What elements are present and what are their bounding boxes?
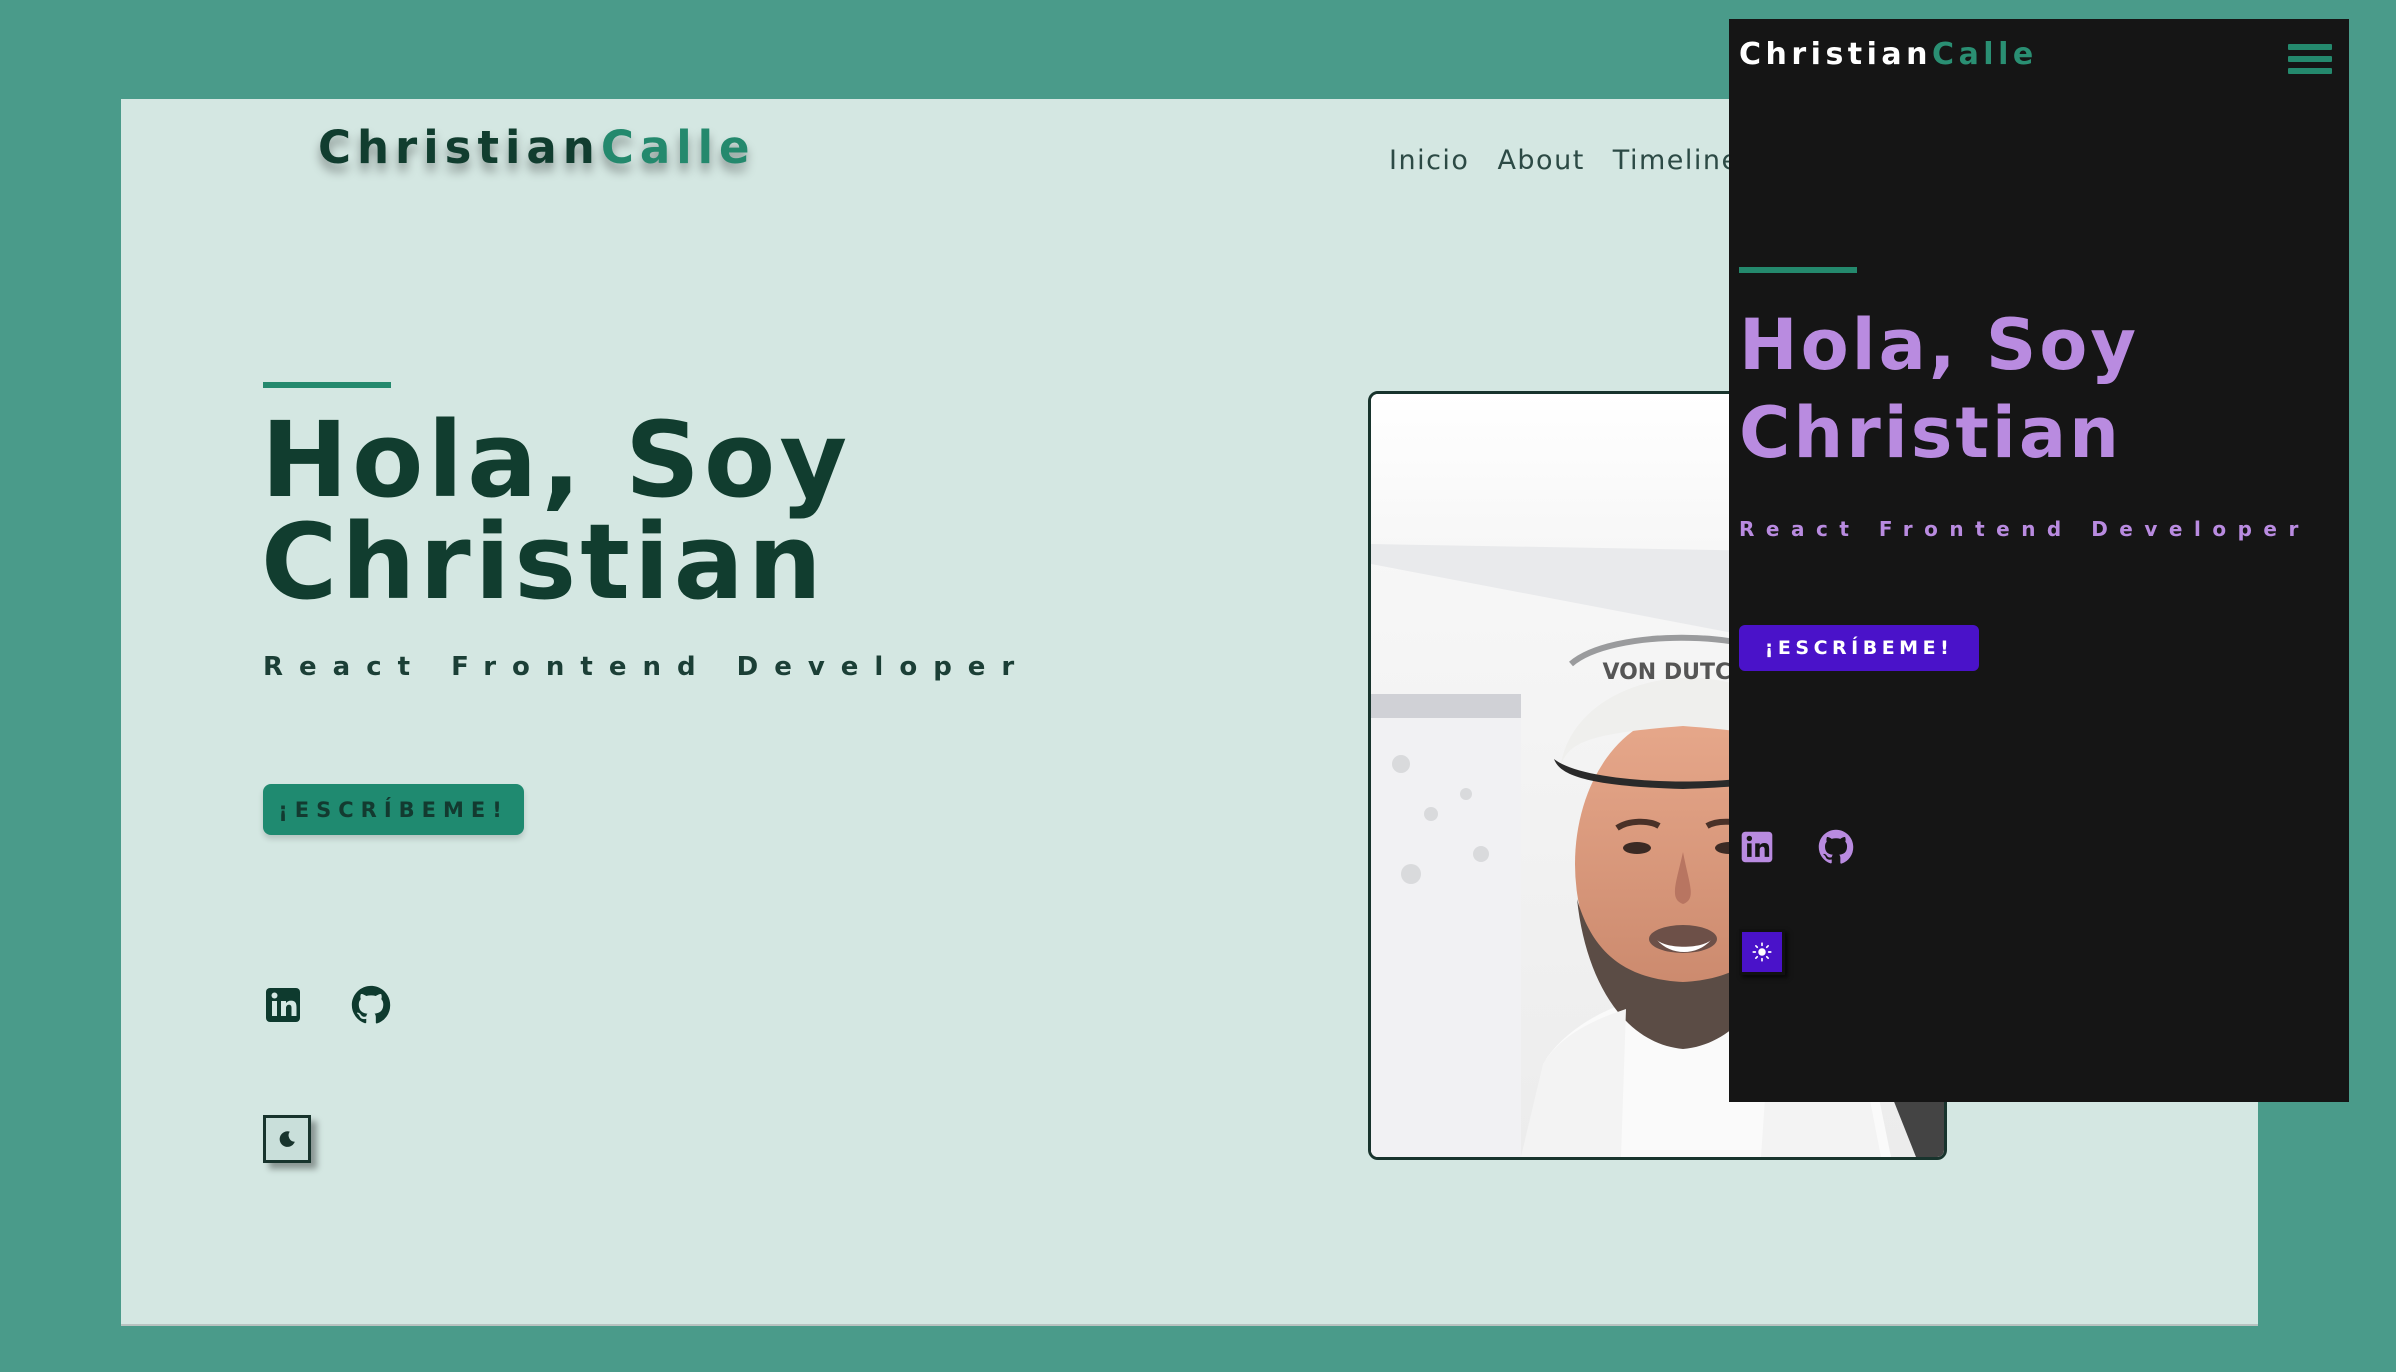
site-logo[interactable]: ChristianCalle bbox=[1739, 37, 2038, 72]
logo-last-name: Calle bbox=[600, 121, 756, 174]
main-nav: Inicio About Timeline bbox=[1389, 145, 1740, 176]
hero-title: Hola, Soy Christian bbox=[261, 399, 852, 623]
linkedin-link[interactable] bbox=[263, 985, 303, 1025]
hero-accent-bar bbox=[1739, 267, 1857, 273]
hamburger-menu-icon[interactable] bbox=[2288, 40, 2332, 78]
nav-link-inicio[interactable]: Inicio bbox=[1389, 145, 1469, 176]
logo-first-name: Christian bbox=[1739, 37, 1933, 72]
theme-toggle-button[interactable] bbox=[1739, 929, 1785, 975]
github-link[interactable] bbox=[351, 985, 391, 1025]
github-link[interactable] bbox=[1818, 829, 1854, 865]
svg-text:VON DUTCH: VON DUTCH bbox=[1602, 660, 1749, 685]
hero-title: Hola, Soy Christian bbox=[1739, 304, 2140, 474]
logo-last-name: Calle bbox=[1932, 37, 2038, 72]
theme-toggle-button[interactable] bbox=[263, 1115, 311, 1163]
github-icon bbox=[1818, 829, 1854, 864]
hero-accent-bar bbox=[263, 382, 391, 388]
logo-first-name: Christian bbox=[318, 121, 601, 174]
moon-icon bbox=[279, 1131, 295, 1147]
nav-link-timeline[interactable]: Timeline bbox=[1613, 145, 1740, 176]
linkedin-icon bbox=[266, 988, 300, 1022]
dark-mobile-page: ChristianCalle Hola, Soy Christian React… bbox=[1729, 19, 2349, 1102]
hero-subtitle: React Frontend Developer bbox=[1739, 517, 2310, 541]
nav-link-about[interactable]: About bbox=[1497, 145, 1584, 176]
hero-subtitle: React Frontend Developer bbox=[263, 652, 1031, 682]
contact-button[interactable]: ¡ESCRÍBEME! bbox=[263, 784, 524, 835]
site-logo[interactable]: ChristianCalle bbox=[318, 121, 756, 174]
sun-icon bbox=[1752, 942, 1772, 962]
showcase-canvas: ChristianCalle Inicio About Timeline Hol… bbox=[0, 0, 2396, 1372]
linkedin-link[interactable] bbox=[1739, 829, 1775, 865]
page-bottom-divider bbox=[121, 1324, 2258, 1326]
github-icon bbox=[351, 985, 391, 1024]
linkedin-icon bbox=[1741, 831, 1773, 863]
contact-button[interactable]: ¡ESCRÍBEME! bbox=[1739, 625, 1979, 671]
